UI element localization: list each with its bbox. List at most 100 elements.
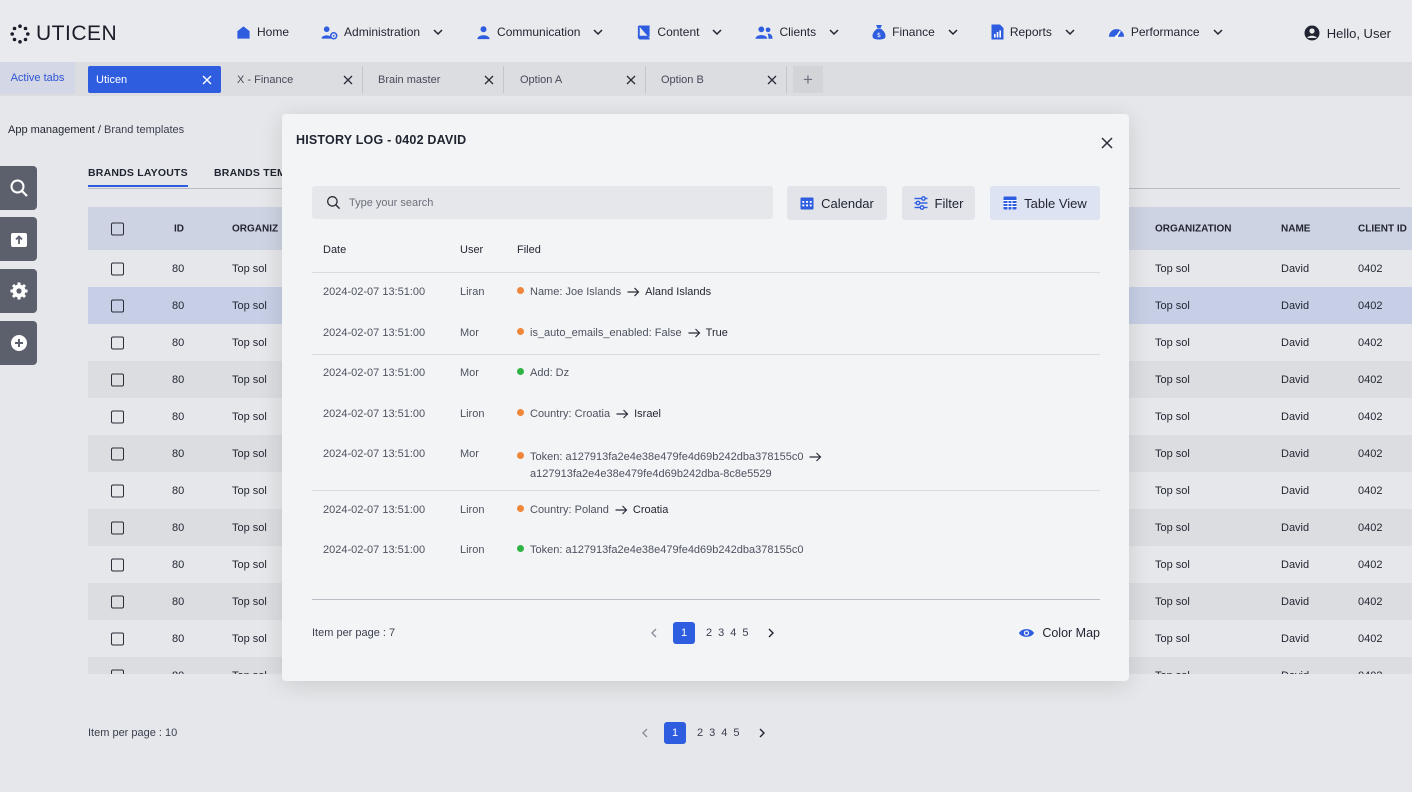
add-tab-button[interactable]: + — [793, 66, 823, 93]
chevron-right-icon[interactable] — [765, 627, 777, 639]
history-row[interactable]: 2024-02-07 13:51:00 Liron Token: a127913fa… — [312, 531, 1100, 572]
nav-item-performance[interactable]: Performance — [1108, 24, 1224, 40]
cell-name: David — [1281, 670, 1309, 675]
nav-item-content[interactable]: Content — [636, 24, 723, 40]
search-input[interactable] — [349, 196, 749, 209]
row-checkbox[interactable] — [111, 410, 124, 423]
row-checkbox[interactable] — [111, 484, 124, 497]
row-checkbox[interactable] — [111, 521, 124, 534]
change-new-value: Israel — [634, 408, 661, 420]
cell-organization: Top sol — [232, 373, 267, 386]
close-icon[interactable] — [201, 74, 213, 86]
chevron-left-icon[interactable] — [639, 727, 651, 739]
book-icon — [638, 24, 651, 40]
nav-item-communication[interactable]: Communication — [476, 24, 604, 40]
close-icon[interactable] — [1100, 136, 1114, 150]
gear-icon — [10, 282, 27, 300]
settings-tool-button[interactable] — [0, 269, 37, 313]
page-5[interactable]: 5 — [739, 627, 751, 639]
tab-option-a[interactable]: Option A — [512, 66, 646, 93]
history-row[interactable]: 2024-02-07 13:51:00 Liran Name: Joe Island… — [312, 273, 1100, 314]
chevron-left-icon[interactable] — [648, 627, 660, 639]
page-5[interactable]: 5 — [730, 727, 742, 739]
nav-item-administration[interactable]: Administration — [321, 24, 444, 40]
calendar-button[interactable]: Calendar — [787, 186, 887, 220]
breadcrumb-parent[interactable]: App management — [8, 124, 95, 136]
row-checkbox[interactable] — [111, 632, 124, 645]
row-checkbox[interactable] — [111, 262, 124, 275]
tab-option-b[interactable]: Option B — [653, 66, 787, 93]
chevron-right-icon[interactable] — [756, 727, 768, 739]
tab-brands-templates[interactable]: BRANDS TEMI — [214, 167, 289, 179]
arrow-right-icon — [615, 505, 628, 515]
brand-name: UTICEN — [36, 22, 118, 45]
nav-item-home[interactable]: Home — [236, 24, 289, 40]
row-checkbox[interactable] — [111, 336, 124, 349]
close-icon[interactable] — [342, 74, 354, 86]
change-new-value: Croatia — [632, 504, 669, 516]
page-4[interactable]: 4 — [718, 727, 730, 739]
column-header-client-id[interactable]: CLIENT ID — [1358, 223, 1407, 234]
search-tool-button[interactable] — [0, 166, 37, 210]
logo-dots-icon — [10, 24, 30, 44]
table-view-button[interactable]: Table View — [990, 186, 1100, 220]
color-map-button[interactable]: Color Map — [1018, 626, 1100, 640]
close-icon[interactable] — [766, 74, 778, 86]
upload-icon — [10, 233, 27, 247]
history-row[interactable]: 2024-02-07 13:51:00 Liron Country: Poland C… — [312, 491, 1100, 532]
cell-organization: Top sol — [232, 447, 267, 460]
tab-brain-master[interactable]: Brain master — [370, 66, 504, 93]
row-checkbox[interactable] — [111, 558, 124, 571]
add-tool-button[interactable] — [0, 321, 37, 365]
cell-organization: Top sol — [232, 484, 267, 497]
top-navigation: UTICEN Home Administration Communication… — [0, 0, 1412, 62]
filter-sliders-icon — [914, 196, 928, 210]
column-header-id[interactable]: ID — [174, 223, 184, 234]
chevron-down-icon — [593, 29, 603, 36]
tab-brands-layouts[interactable]: BRANDS LAYOUTS — [88, 167, 188, 187]
column-header-organization-2[interactable]: ORGANIZATION — [1155, 223, 1231, 234]
breadcrumb-current: Brand templates — [104, 124, 185, 136]
nav-item-finance[interactable]: $ Finance — [872, 24, 959, 40]
page-3[interactable]: 3 — [715, 627, 727, 639]
close-icon[interactable] — [625, 74, 637, 86]
tab-x-finance[interactable]: X - Finance — [229, 66, 363, 93]
cell-organization-2: Top sol — [1155, 595, 1190, 608]
history-row[interactable]: 2024-02-07 13:51:00 Mor Token: a127913fa2e… — [312, 435, 1100, 491]
column-header-date[interactable]: Date — [323, 244, 346, 256]
row-checkbox[interactable] — [111, 595, 124, 608]
page-2[interactable]: 2 — [703, 627, 715, 639]
upload-tool-button[interactable] — [0, 217, 37, 261]
page-2[interactable]: 2 — [694, 727, 706, 739]
row-checkbox[interactable] — [111, 669, 124, 674]
page-4[interactable]: 4 — [727, 627, 739, 639]
row-checkbox[interactable] — [111, 447, 124, 460]
items-per-page[interactable]: Item per page : 10 — [88, 727, 177, 739]
history-row[interactable]: 2024-02-07 13:51:00 Mor is_auto_emails_ena… — [312, 314, 1100, 355]
items-per-page[interactable]: Item per page : 7 — [312, 627, 395, 639]
history-row[interactable]: 2024-02-07 13:51:00 Mor Add: Dz — [312, 354, 1100, 395]
brand-logo[interactable]: UTICEN — [10, 22, 117, 46]
cell-client-id: 0402 — [1358, 410, 1383, 423]
history-change: Name: Joe Islands Aland Islands — [517, 286, 711, 298]
row-checkbox[interactable] — [111, 299, 124, 312]
column-header-filed[interactable]: Filed — [517, 244, 541, 256]
column-header-organization[interactable]: ORGANIZ — [232, 223, 278, 234]
tab-uticen[interactable]: Uticen — [88, 66, 221, 93]
page-3[interactable]: 3 — [706, 727, 718, 739]
table-grid-icon — [1003, 196, 1017, 210]
filter-button[interactable]: Filter — [902, 186, 975, 220]
page-1[interactable]: 1 — [673, 622, 695, 644]
nav-item-clients[interactable]: Clients — [755, 24, 840, 40]
row-checkbox[interactable] — [111, 373, 124, 386]
chevron-down-icon — [1213, 29, 1223, 36]
select-all-checkbox[interactable] — [111, 222, 124, 235]
nav-item-reports[interactable]: Reports — [991, 24, 1076, 40]
cell-id: 80 — [172, 521, 185, 534]
close-icon[interactable] — [483, 74, 495, 86]
history-row[interactable]: 2024-02-07 13:51:00 Liron Country: Croatia… — [312, 395, 1100, 436]
column-header-name[interactable]: NAME — [1281, 223, 1310, 234]
page-1[interactable]: 1 — [664, 722, 686, 744]
user-menu[interactable]: Hello, User — [1304, 25, 1391, 41]
column-header-user[interactable]: User — [460, 244, 483, 256]
